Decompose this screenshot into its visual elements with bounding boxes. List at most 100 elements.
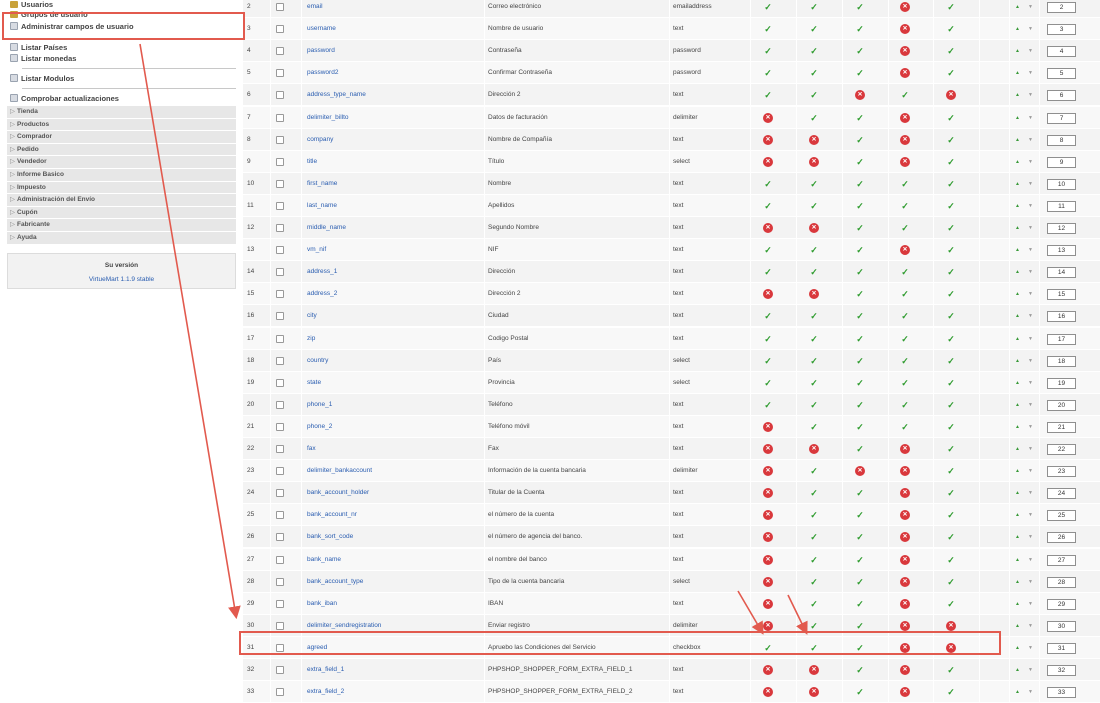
check-icon[interactable]: ✓ bbox=[946, 68, 956, 78]
field-name-link[interactable]: password2 bbox=[307, 62, 338, 84]
move-down-icon[interactable]: ▼ bbox=[1028, 137, 1033, 143]
field-name-link[interactable]: fax bbox=[307, 438, 316, 460]
check-icon[interactable]: ✓ bbox=[900, 422, 910, 432]
cross-icon[interactable]: ✕ bbox=[809, 687, 819, 698]
check-icon[interactable]: ✓ bbox=[946, 687, 956, 697]
cross-icon[interactable]: ✕ bbox=[763, 620, 773, 631]
cross-icon[interactable]: ✕ bbox=[900, 488, 910, 499]
ordering-input[interactable]: 3 bbox=[1047, 24, 1076, 36]
move-up-icon[interactable]: ▲ bbox=[1015, 512, 1020, 518]
ordering-input[interactable]: 17 bbox=[1047, 333, 1076, 345]
move-down-icon[interactable]: ▼ bbox=[1028, 26, 1033, 32]
check-icon[interactable]: ✓ bbox=[855, 378, 865, 388]
cross-icon[interactable]: ✕ bbox=[763, 554, 773, 565]
cross-icon[interactable]: ✕ bbox=[763, 510, 773, 521]
check-icon[interactable]: ✓ bbox=[855, 356, 865, 366]
row-select-checkbox[interactable] bbox=[276, 334, 284, 343]
check-icon[interactable]: ✓ bbox=[946, 334, 956, 344]
move-up-icon[interactable]: ▲ bbox=[1015, 336, 1020, 342]
cross-icon[interactable]: ✕ bbox=[900, 245, 910, 256]
move-down-icon[interactable]: ▼ bbox=[1028, 534, 1033, 540]
row-select-checkbox[interactable] bbox=[276, 312, 284, 321]
check-icon[interactable]: ✓ bbox=[763, 311, 773, 321]
field-name-link[interactable]: username bbox=[307, 18, 336, 40]
ordering-input[interactable]: 19 bbox=[1047, 377, 1076, 389]
move-down-icon[interactable]: ▼ bbox=[1028, 181, 1033, 187]
check-icon[interactable]: ✓ bbox=[809, 466, 819, 476]
cross-icon[interactable]: ✕ bbox=[763, 687, 773, 698]
cross-icon[interactable]: ✕ bbox=[900, 554, 910, 565]
ordering-input[interactable]: 32 bbox=[1047, 665, 1076, 676]
move-up-icon[interactable]: ▲ bbox=[1015, 402, 1020, 408]
check-icon[interactable]: ✓ bbox=[763, 378, 773, 388]
cross-icon[interactable]: ✕ bbox=[763, 112, 773, 123]
ordering-input[interactable]: 33 bbox=[1047, 687, 1076, 699]
cross-icon[interactable]: ✕ bbox=[809, 156, 819, 167]
field-name-link[interactable]: last_name bbox=[307, 195, 337, 217]
ordering-input[interactable]: 31 bbox=[1047, 642, 1076, 654]
sidebar-category-tienda[interactable]: ▷ Tienda bbox=[7, 106, 236, 119]
check-icon[interactable]: ✓ bbox=[946, 400, 956, 410]
check-icon[interactable]: ✓ bbox=[809, 179, 819, 189]
check-icon[interactable]: ✓ bbox=[809, 46, 819, 56]
check-icon[interactable]: ✓ bbox=[946, 488, 956, 498]
move-up-icon[interactable]: ▲ bbox=[1015, 247, 1020, 253]
move-up-icon[interactable]: ▲ bbox=[1015, 601, 1020, 607]
move-down-icon[interactable]: ▼ bbox=[1028, 579, 1033, 585]
field-name-link[interactable]: phone_2 bbox=[307, 416, 332, 438]
ordering-input[interactable]: 11 bbox=[1047, 200, 1076, 212]
field-name-link[interactable]: address_1 bbox=[307, 261, 337, 283]
check-icon[interactable]: ✓ bbox=[946, 444, 956, 454]
ordering-input[interactable]: 16 bbox=[1047, 311, 1076, 323]
sidebar-category-cupon[interactable]: ▷ Cupón bbox=[7, 206, 236, 220]
move-up-icon[interactable]: ▲ bbox=[1015, 181, 1020, 187]
ordering-input[interactable]: 18 bbox=[1047, 355, 1076, 367]
row-select-checkbox[interactable] bbox=[276, 91, 284, 100]
check-icon[interactable]: ✓ bbox=[946, 267, 956, 277]
cross-icon[interactable]: ✕ bbox=[763, 598, 773, 609]
move-down-icon[interactable]: ▼ bbox=[1028, 70, 1033, 76]
cross-icon[interactable]: ✕ bbox=[900, 134, 910, 145]
ordering-input[interactable]: 12 bbox=[1047, 223, 1076, 234]
move-down-icon[interactable]: ▼ bbox=[1028, 380, 1033, 386]
check-icon[interactable]: ✓ bbox=[946, 223, 956, 233]
check-icon[interactable]: ✓ bbox=[946, 378, 956, 388]
row-select-checkbox[interactable] bbox=[276, 356, 284, 365]
move-down-icon[interactable]: ▼ bbox=[1028, 203, 1033, 209]
cross-icon[interactable]: ✕ bbox=[763, 134, 773, 145]
cross-icon[interactable]: ✕ bbox=[900, 156, 910, 167]
check-icon[interactable]: ✓ bbox=[809, 113, 819, 123]
row-select-checkbox[interactable] bbox=[276, 268, 284, 277]
field-name-link[interactable]: delimiter_bankaccount bbox=[307, 460, 372, 482]
check-icon[interactable]: ✓ bbox=[809, 267, 819, 277]
row-select-checkbox[interactable] bbox=[276, 467, 284, 476]
check-icon[interactable]: ✓ bbox=[900, 90, 910, 100]
check-icon[interactable]: ✓ bbox=[763, 179, 773, 189]
row-select-checkbox[interactable] bbox=[276, 422, 284, 431]
check-icon[interactable]: ✓ bbox=[809, 245, 819, 255]
cross-icon[interactable]: ✕ bbox=[946, 90, 956, 101]
cross-icon[interactable]: ✕ bbox=[809, 289, 819, 300]
move-up-icon[interactable]: ▲ bbox=[1015, 70, 1020, 76]
row-select-checkbox[interactable] bbox=[276, 135, 284, 144]
move-up-icon[interactable]: ▲ bbox=[1015, 4, 1020, 10]
sidebar-item-listar-monedas[interactable]: Listar monedas bbox=[10, 54, 76, 64]
cross-icon[interactable]: ✕ bbox=[809, 223, 819, 233]
check-icon[interactable]: ✓ bbox=[855, 113, 865, 123]
check-icon[interactable]: ✓ bbox=[809, 510, 819, 520]
row-select-checkbox[interactable] bbox=[276, 666, 284, 674]
cross-icon[interactable]: ✕ bbox=[946, 620, 956, 631]
sidebar-category-envio[interactable]: ▷ Administración del Envío bbox=[7, 194, 236, 207]
row-select-checkbox[interactable] bbox=[276, 621, 284, 630]
ordering-input[interactable]: 27 bbox=[1047, 554, 1076, 566]
move-up-icon[interactable]: ▲ bbox=[1015, 358, 1020, 364]
move-down-icon[interactable]: ▼ bbox=[1028, 225, 1033, 231]
move-down-icon[interactable]: ▼ bbox=[1028, 689, 1033, 695]
check-icon[interactable]: ✓ bbox=[855, 135, 865, 145]
cross-icon[interactable]: ✕ bbox=[900, 598, 910, 609]
row-select-checkbox[interactable] bbox=[276, 445, 284, 453]
row-select-checkbox[interactable] bbox=[276, 489, 284, 498]
sidebar-item-listar-modulos[interactable]: Listar Modulos bbox=[10, 74, 74, 84]
cross-icon[interactable]: ✕ bbox=[763, 289, 773, 300]
sidebar-item-listar-paises[interactable]: Listar Países bbox=[10, 43, 67, 53]
